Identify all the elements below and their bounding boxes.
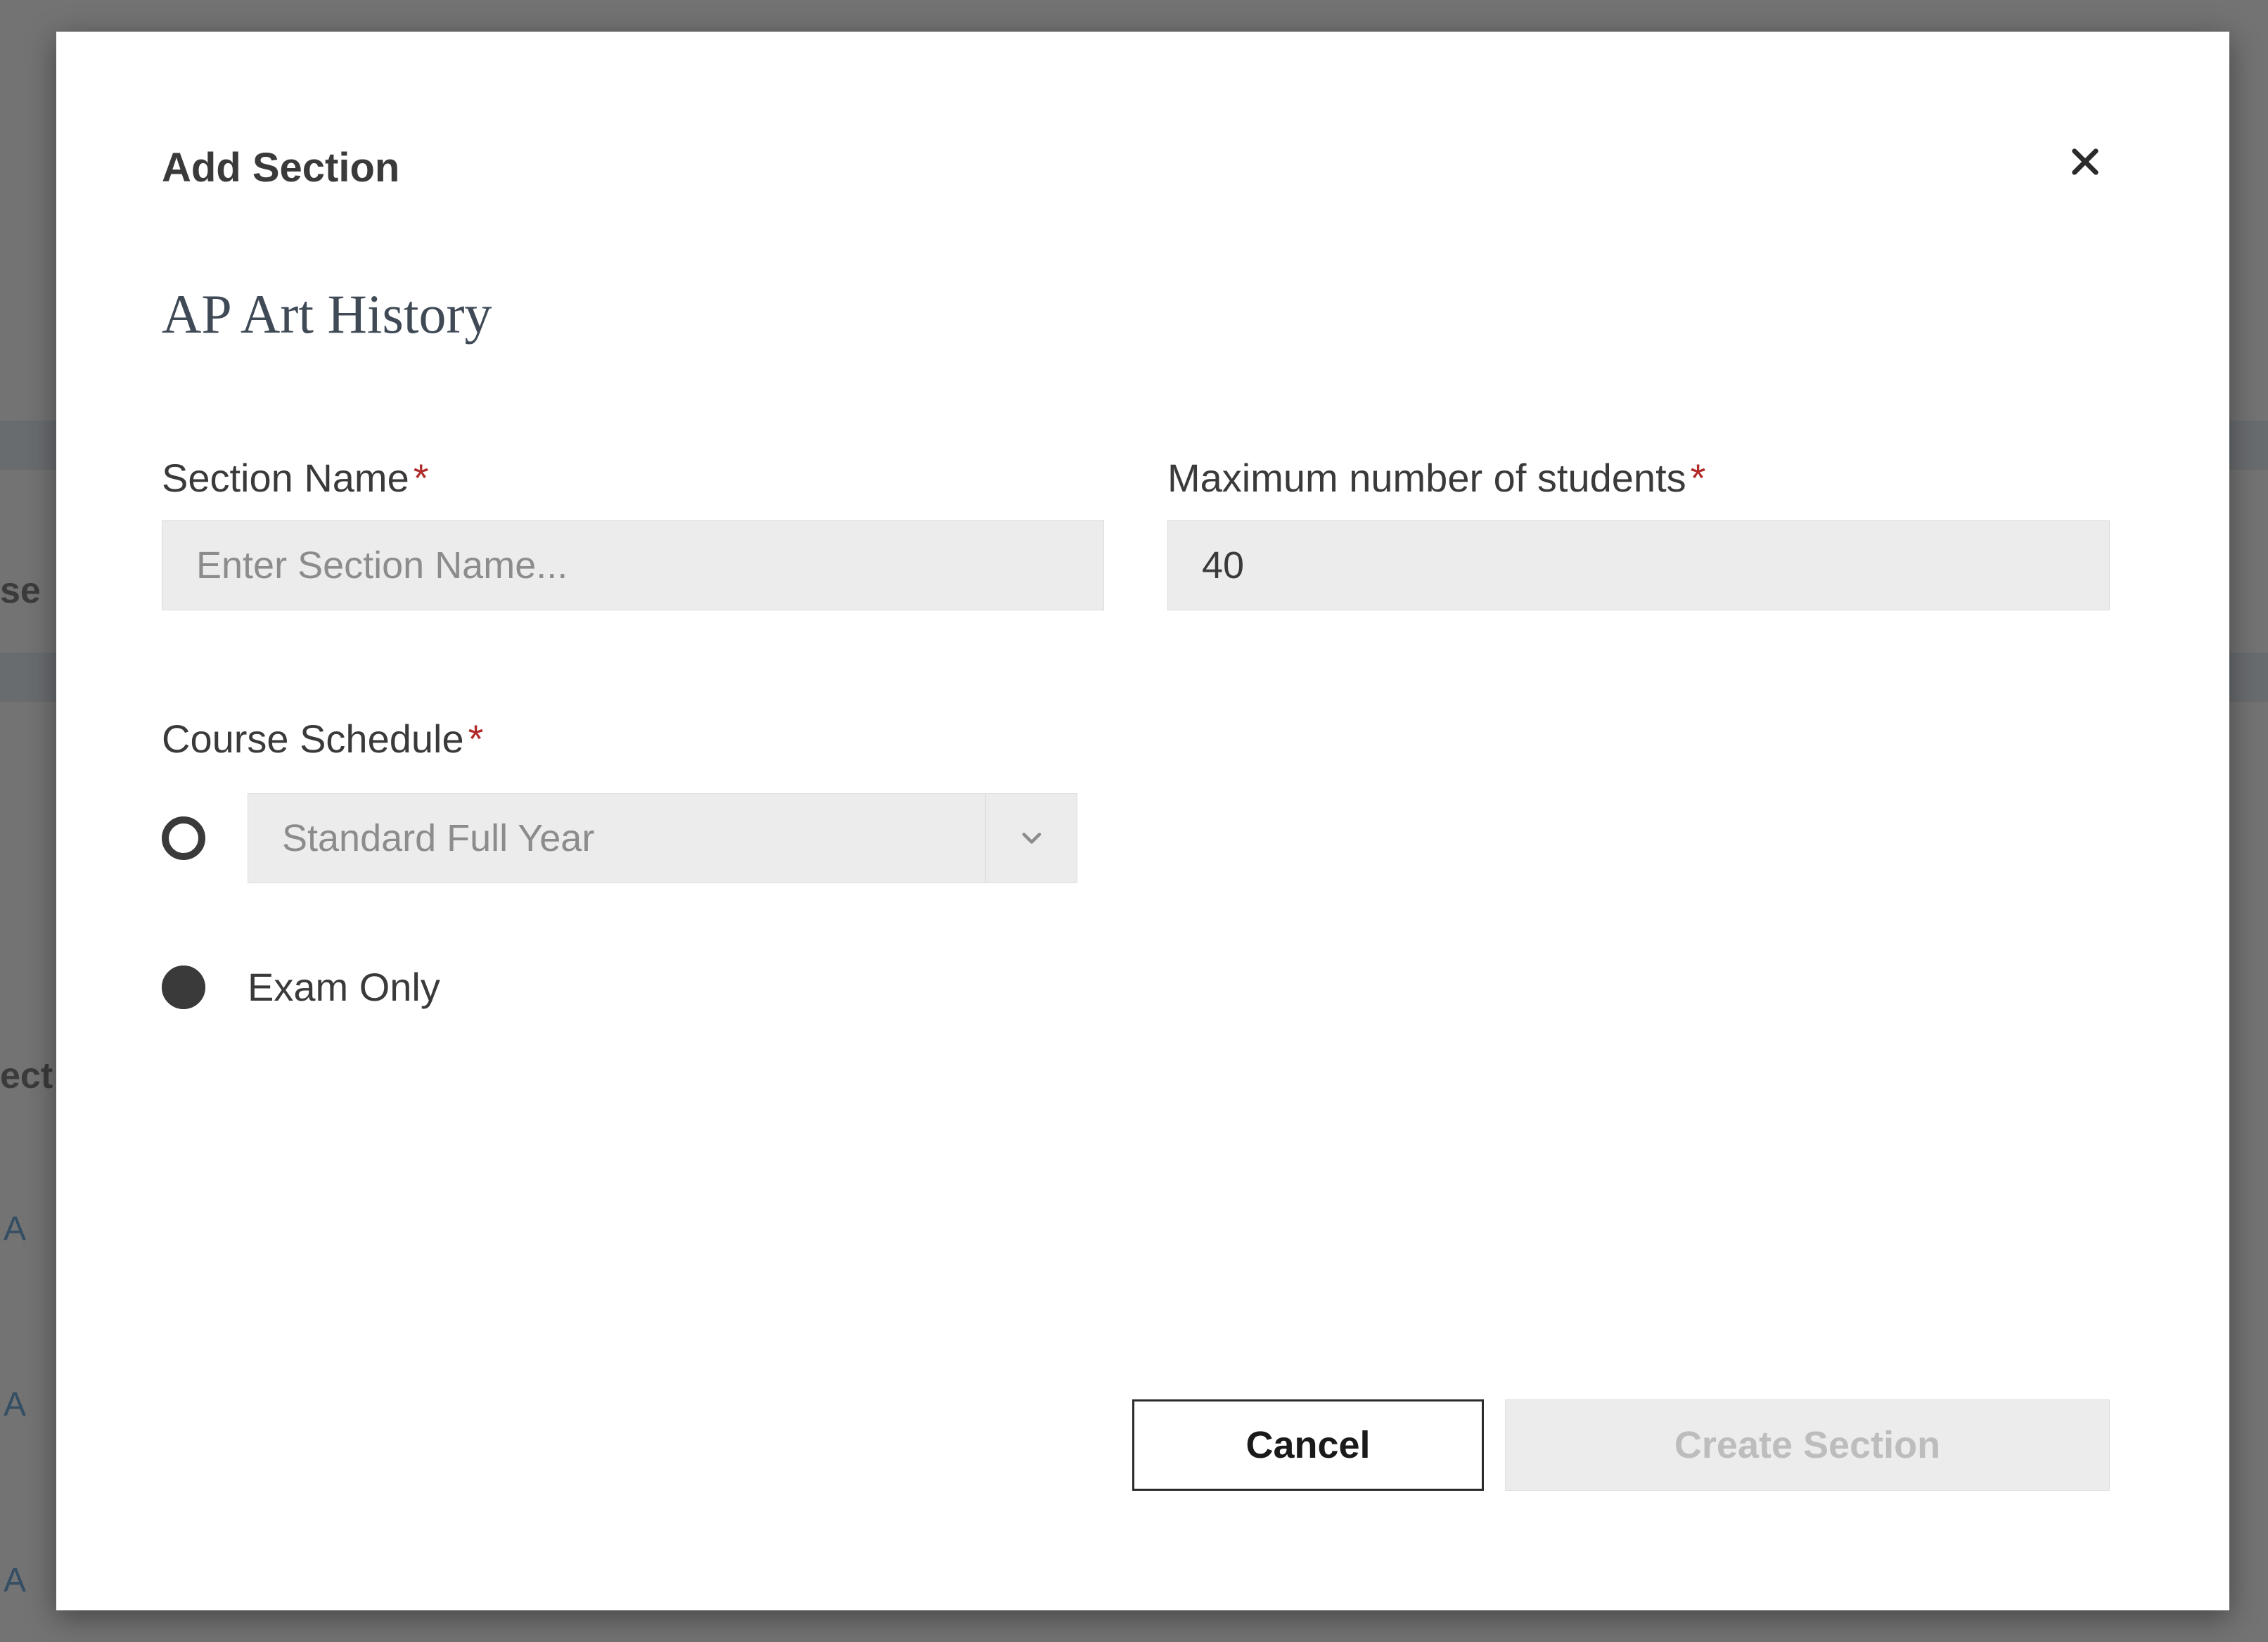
course-name: AP Art History bbox=[162, 283, 2110, 346]
radio-standard-full-year[interactable] bbox=[162, 816, 205, 860]
create-section-button[interactable]: Create Section bbox=[1505, 1399, 2110, 1491]
add-section-modal: Add Section AP Art History Section Name*… bbox=[56, 32, 2229, 1610]
modal-header: Add Section bbox=[162, 144, 2110, 191]
schedule-dropdown-value: Standard Full Year bbox=[248, 794, 985, 883]
close-icon bbox=[2067, 143, 2103, 180]
cancel-button[interactable]: Cancel bbox=[1132, 1399, 1484, 1491]
required-asterisk: * bbox=[414, 456, 429, 500]
section-name-label: Section Name* bbox=[162, 455, 1104, 501]
chevron-down-icon bbox=[985, 794, 1077, 883]
radio-exam-only-label: Exam Only bbox=[248, 964, 440, 1010]
max-students-input[interactable] bbox=[1167, 520, 2110, 610]
modal-footer: Cancel Create Section bbox=[1132, 1399, 2110, 1491]
close-button[interactable] bbox=[2061, 137, 2110, 186]
max-students-label: Maximum number of students* bbox=[1167, 455, 2110, 501]
required-asterisk: * bbox=[468, 717, 484, 761]
radio-exam-only[interactable] bbox=[162, 966, 205, 1009]
required-asterisk: * bbox=[1691, 456, 1706, 500]
schedule-dropdown[interactable]: Standard Full Year bbox=[248, 793, 1077, 883]
modal-title: Add Section bbox=[162, 144, 399, 191]
section-name-input[interactable] bbox=[162, 520, 1104, 610]
course-schedule-label: Course Schedule* bbox=[162, 716, 2110, 762]
